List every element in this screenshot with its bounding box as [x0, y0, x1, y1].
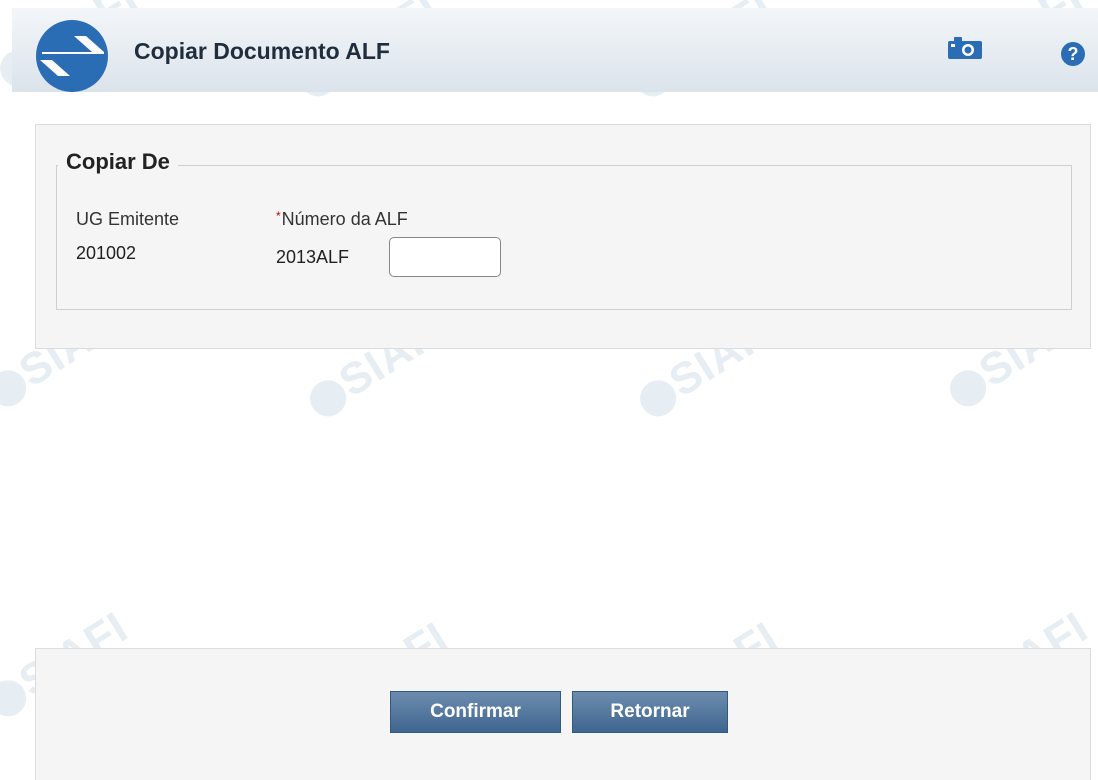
siafi-logo — [36, 20, 108, 92]
return-button[interactable]: Retornar — [572, 691, 728, 733]
numero-alf-prefix: 2013ALF — [276, 247, 350, 267]
numero-alf-label-text: Número da ALF — [281, 209, 408, 229]
ug-emitente-label: UG Emitente — [76, 209, 180, 229]
fieldset-legend: Copiar De — [58, 149, 178, 175]
copy-from-fieldset — [56, 165, 1072, 310]
ug-emitente-value: 201002 — [76, 243, 137, 263]
page-header: Copiar Documento ALF ? — [12, 8, 1098, 92]
camera-icon[interactable] — [946, 35, 984, 61]
help-icon[interactable]: ? — [1061, 42, 1085, 66]
confirm-button[interactable]: Confirmar — [390, 691, 561, 733]
numero-alf-input[interactable] — [389, 237, 501, 277]
page-title: Copiar Documento ALF — [134, 38, 390, 64]
required-indicator: * — [276, 209, 281, 223]
copy-from-panel: Copiar De UG Emitente 201002 *Número da … — [35, 124, 1091, 349]
numero-alf-label: *Número da ALF — [276, 209, 408, 230]
action-bar: Confirmar Retornar — [35, 648, 1091, 780]
